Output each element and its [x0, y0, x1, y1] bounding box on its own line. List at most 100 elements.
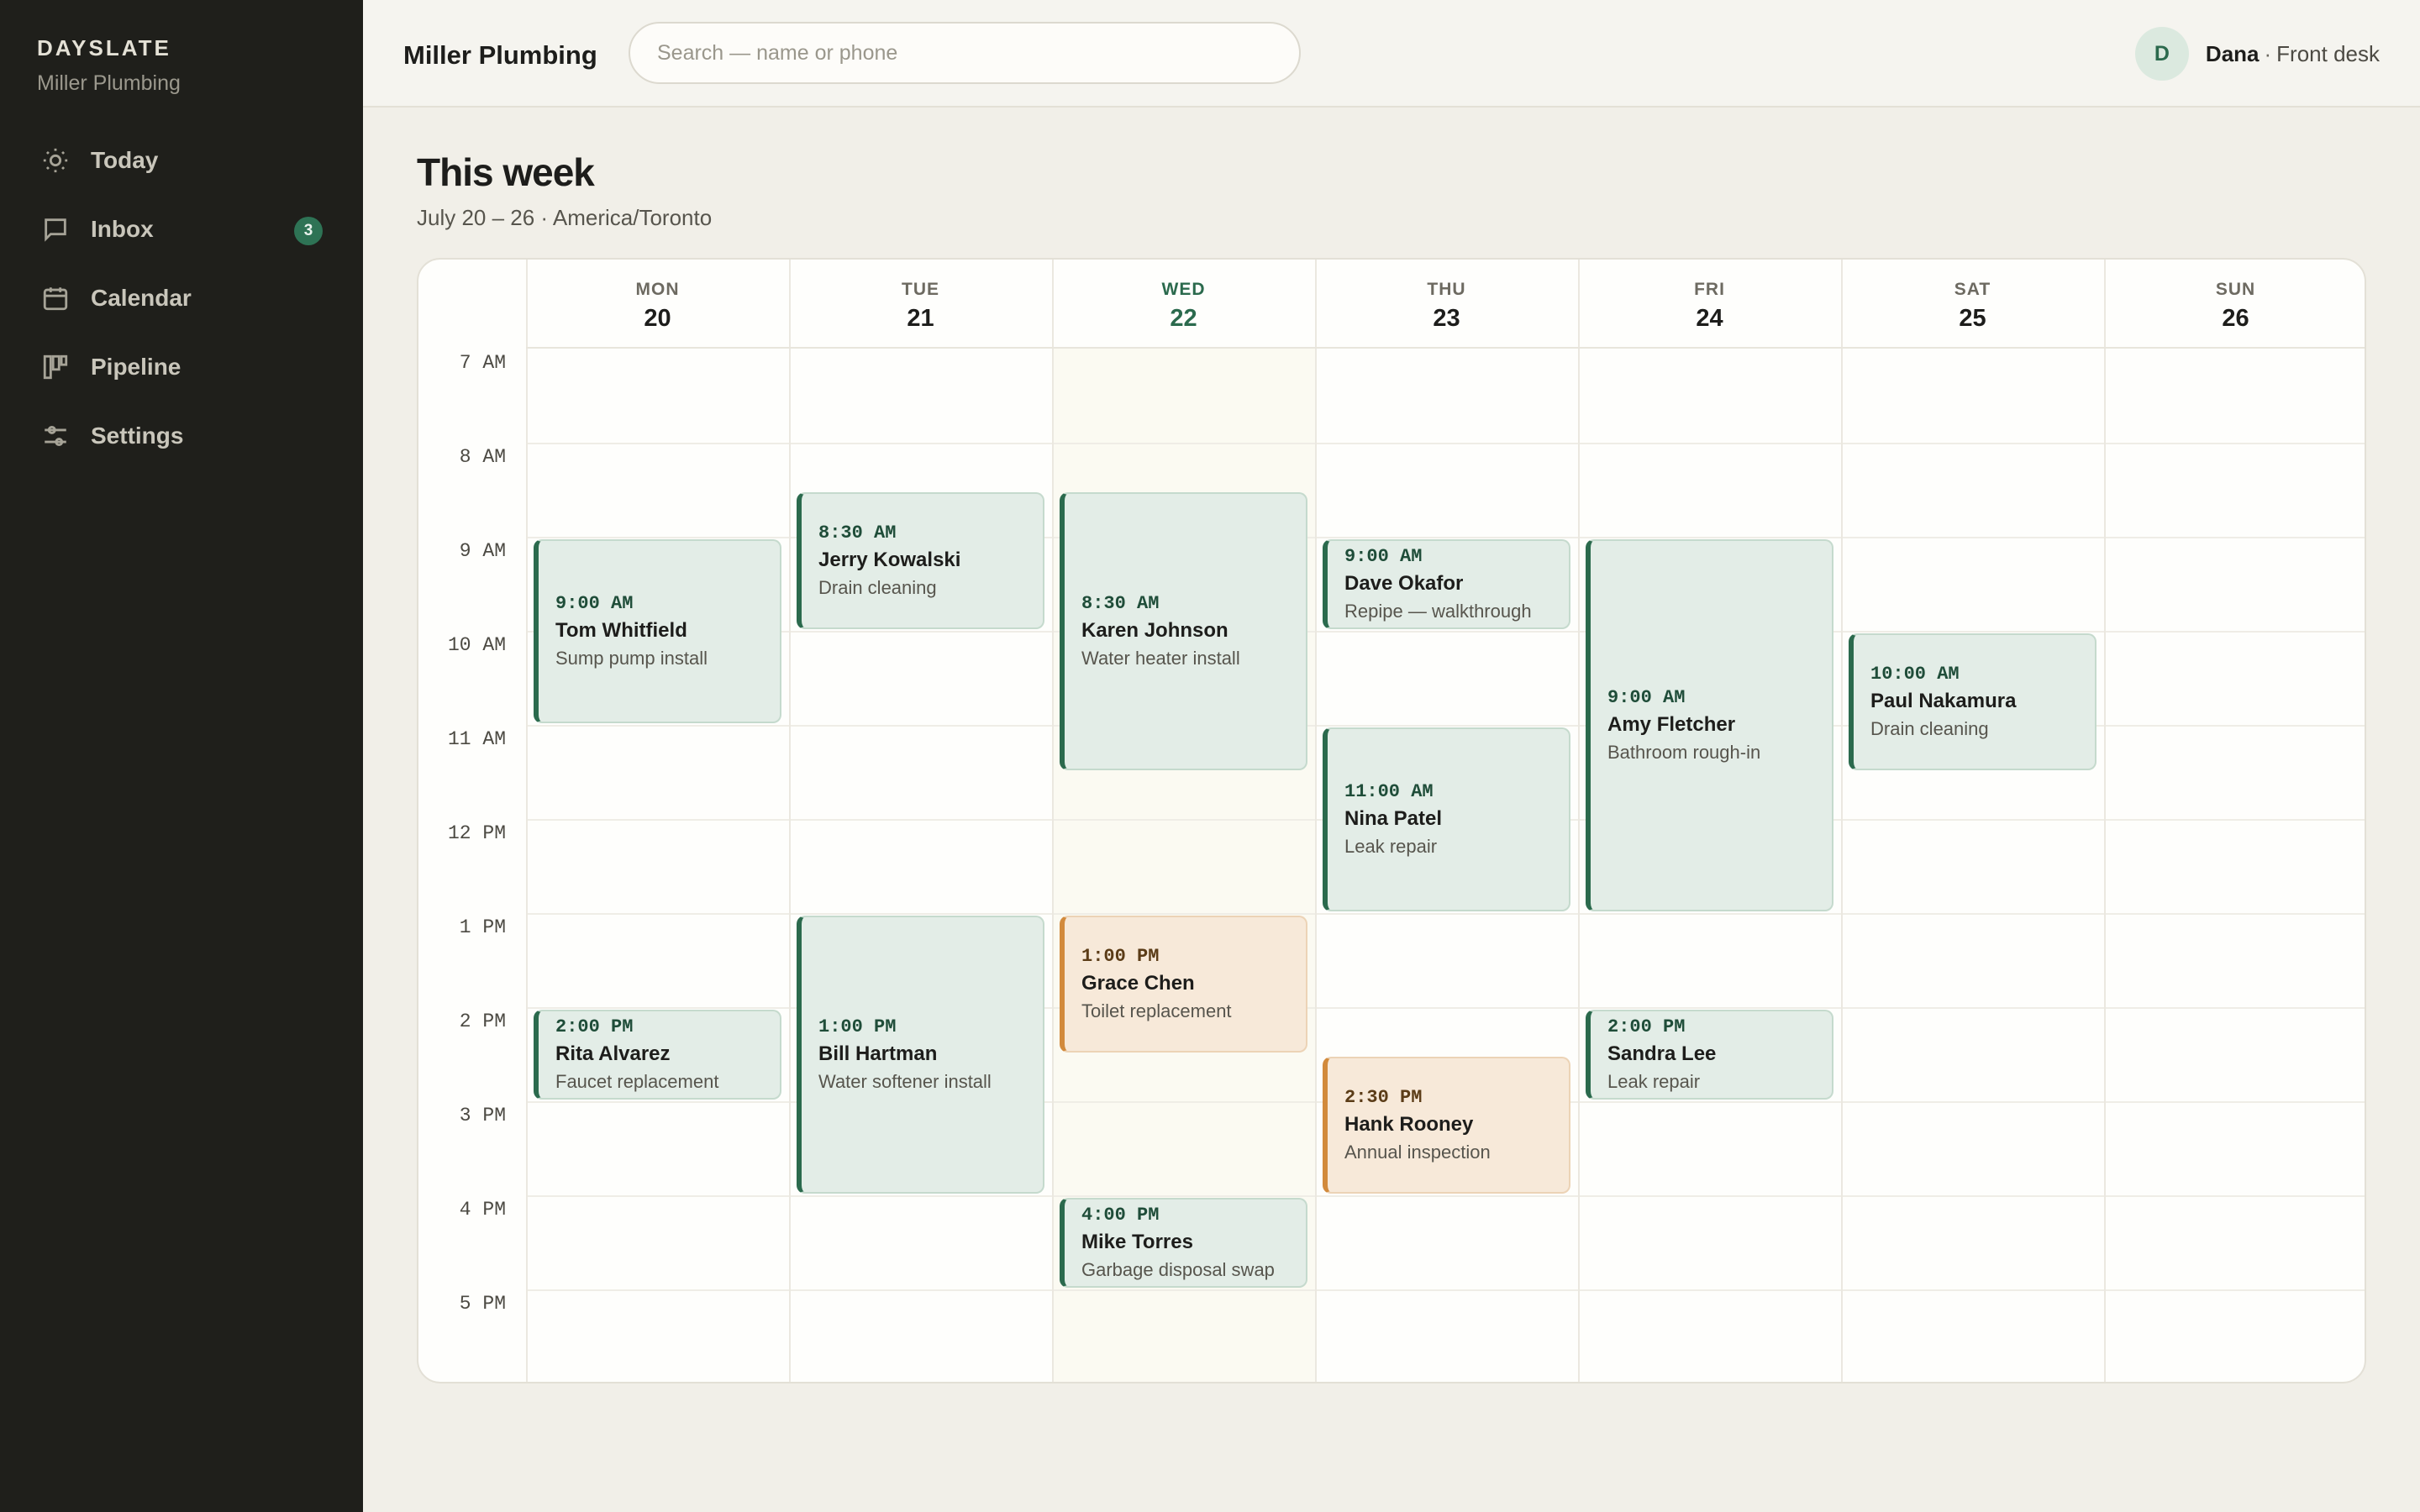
- hour-label: 7 AM: [459, 352, 506, 374]
- day-of-week: TUE: [902, 280, 939, 299]
- day-of-week: SUN: [2215, 280, 2256, 299]
- page-subtitle: July 20 – 26 · America/Toronto: [417, 205, 713, 230]
- appointment-service: Annual inspection: [1344, 1142, 1491, 1163]
- appointment-customer: Sandra Lee: [1607, 1042, 1717, 1065]
- appointment-card[interactable]: 11:00 AM Nina Patel Leak repair: [1323, 727, 1570, 911]
- hour-label: 8 AM: [459, 446, 506, 468]
- appointment-time: 11:00 AM: [1344, 781, 1434, 802]
- hour-label: 12 PM: [447, 822, 506, 844]
- day-column-divider: [789, 260, 791, 1382]
- appointment-time: 2:00 PM: [555, 1016, 634, 1037]
- day-date: 22: [1170, 305, 1197, 332]
- appointment-customer: Hank Rooney: [1344, 1113, 1474, 1136]
- appointment-time: 8:30 AM: [1081, 593, 1160, 614]
- day-column-divider: [2104, 260, 2106, 1382]
- day-date: 24: [1696, 305, 1723, 332]
- appointment-customer: Paul Nakamura: [1870, 690, 2017, 712]
- appointment-time: 9:00 AM: [1607, 687, 1686, 708]
- hour-label: 9 AM: [459, 540, 506, 562]
- appointment-card[interactable]: 9:00 AM Dave Okafor Repipe — walkthrough: [1323, 539, 1570, 629]
- sidebar-item-label: Inbox: [91, 216, 154, 242]
- appointment-time: 1:00 PM: [1081, 946, 1160, 967]
- appointment-time: 9:00 AM: [555, 593, 634, 614]
- hour-gridline: [526, 1195, 2365, 1197]
- day-header-sun[interactable]: SUN 26: [2104, 260, 2365, 349]
- sidebar-item-settings[interactable]: Settings: [0, 402, 363, 470]
- hour-label: 1 PM: [459, 916, 506, 938]
- appointment-service: Drain cleaning: [1870, 718, 1989, 739]
- message-icon: [40, 214, 71, 244]
- sidebar: DAYSLATE Miller Plumbing Today Inbox 3 C…: [0, 0, 363, 1512]
- day-header-sat[interactable]: SAT 25: [1841, 260, 2104, 349]
- appointment-time: 1:00 PM: [818, 1016, 897, 1037]
- appointment-card[interactable]: 9:00 AM Tom Whitfield Sump pump install: [534, 539, 781, 723]
- appointment-customer: Grace Chen: [1081, 972, 1195, 995]
- hour-label: 4 PM: [459, 1199, 506, 1221]
- appointment-service: Toilet replacement: [1081, 1000, 1232, 1021]
- appointment-card[interactable]: 4:00 PM Mike Torres Garbage disposal swap: [1060, 1198, 1307, 1288]
- hour-label: 2 PM: [459, 1011, 506, 1032]
- day-date: 21: [907, 305, 934, 332]
- day-header-fri[interactable]: FRI 24: [1578, 260, 1841, 349]
- appointment-customer: Amy Fletcher: [1607, 713, 1736, 736]
- brand: DAYSLATE Miller Plumbing: [37, 35, 181, 96]
- day-header-wed[interactable]: WED 22: [1052, 260, 1315, 349]
- hour-gridline: [526, 1289, 2365, 1291]
- hour-label: 10 AM: [447, 634, 506, 656]
- appointment-service: Water softener install: [818, 1071, 992, 1092]
- user-menu[interactable]: D Dana · Front desk: [2134, 27, 2380, 81]
- appointment-customer: Bill Hartman: [818, 1042, 938, 1065]
- search-input[interactable]: [629, 22, 1301, 84]
- day-date: 26: [2222, 305, 2249, 332]
- hour-gridline: [526, 631, 2365, 633]
- appointment-customer: Jerry Kowalski: [818, 549, 961, 571]
- sidebar-item-label: Settings: [91, 423, 184, 449]
- hour-label: 3 PM: [459, 1105, 506, 1126]
- appointment-time: 10:00 AM: [1870, 664, 1960, 685]
- day-of-week: MON: [635, 280, 680, 299]
- hour-gridline: [526, 913, 2365, 915]
- day-date: 23: [1433, 305, 1460, 332]
- sidebar-item-label: Calendar: [91, 285, 192, 311]
- sidebar-item-label: Pipeline: [91, 354, 182, 380]
- appointment-card[interactable]: 2:30 PM Hank Rooney Annual inspection: [1323, 1057, 1570, 1194]
- appointment-card[interactable]: 1:00 PM Grace Chen Toilet replacement: [1060, 916, 1307, 1053]
- user-role: Front desk: [2276, 40, 2380, 66]
- appointment-customer: Tom Whitfield: [555, 619, 687, 642]
- company-name: Miller Plumbing: [403, 40, 597, 70]
- day-header-thu[interactable]: THU 23: [1315, 260, 1578, 349]
- day-header-mon[interactable]: MON 20: [526, 260, 789, 349]
- appointment-service: Water heater install: [1081, 648, 1240, 669]
- appointment-card[interactable]: 8:30 AM Jerry Kowalski Drain cleaning: [797, 492, 1044, 629]
- appointment-service: Garbage disposal swap: [1081, 1259, 1275, 1280]
- day-of-week: WED: [1161, 280, 1206, 299]
- appointment-time: 4:00 PM: [1081, 1205, 1160, 1226]
- day-column-divider: [526, 260, 528, 1382]
- appointment-card[interactable]: 8:30 AM Karen Johnson Water heater install: [1060, 492, 1307, 770]
- sidebar-item-inbox[interactable]: Inbox 3: [0, 195, 363, 264]
- appointment-customer: Mike Torres: [1081, 1231, 1193, 1253]
- appointment-time: 2:00 PM: [1607, 1016, 1686, 1037]
- appointment-card[interactable]: 9:00 AM Amy Fletcher Bathroom rough-in: [1586, 539, 1833, 911]
- user-separator: ·: [2264, 40, 2272, 66]
- appointment-card[interactable]: 2:00 PM Rita Alvarez Faucet replacement: [534, 1010, 781, 1100]
- day-column-divider: [1052, 260, 1054, 1382]
- appointment-customer: Dave Okafor: [1344, 572, 1464, 595]
- sidebar-item-today[interactable]: Today: [0, 126, 363, 195]
- week-calendar: MON 20 TUE 21 WED 22 THU 23 FRI 24 SAT 25 SUN 26 7 AM 8…: [417, 258, 2366, 1383]
- day-date: 25: [1959, 305, 1986, 332]
- appointment-card[interactable]: 2:00 PM Sandra Lee Leak repair: [1586, 1010, 1833, 1100]
- hour-label: 11 AM: [447, 728, 506, 750]
- brand-name: DAYSLATE: [37, 35, 171, 60]
- appointment-card[interactable]: 1:00 PM Bill Hartman Water softener instal…: [797, 916, 1044, 1194]
- appointment-card[interactable]: 10:00 AM Paul Nakamura Drain cleaning: [1849, 633, 2096, 770]
- brand-org: Miller Plumbing: [37, 71, 181, 95]
- appointment-service: Faucet replacement: [555, 1071, 719, 1092]
- sliders-icon: [40, 421, 71, 451]
- day-header-tue[interactable]: TUE 21: [789, 260, 1052, 349]
- sidebar-item-pipeline[interactable]: Pipeline: [0, 333, 363, 402]
- inbox-count-badge: 3: [294, 217, 323, 245]
- appointment-customer: Nina Patel: [1344, 807, 1443, 830]
- sidebar-item-calendar[interactable]: Calendar: [0, 264, 363, 333]
- day-column-divider: [1315, 260, 1317, 1382]
